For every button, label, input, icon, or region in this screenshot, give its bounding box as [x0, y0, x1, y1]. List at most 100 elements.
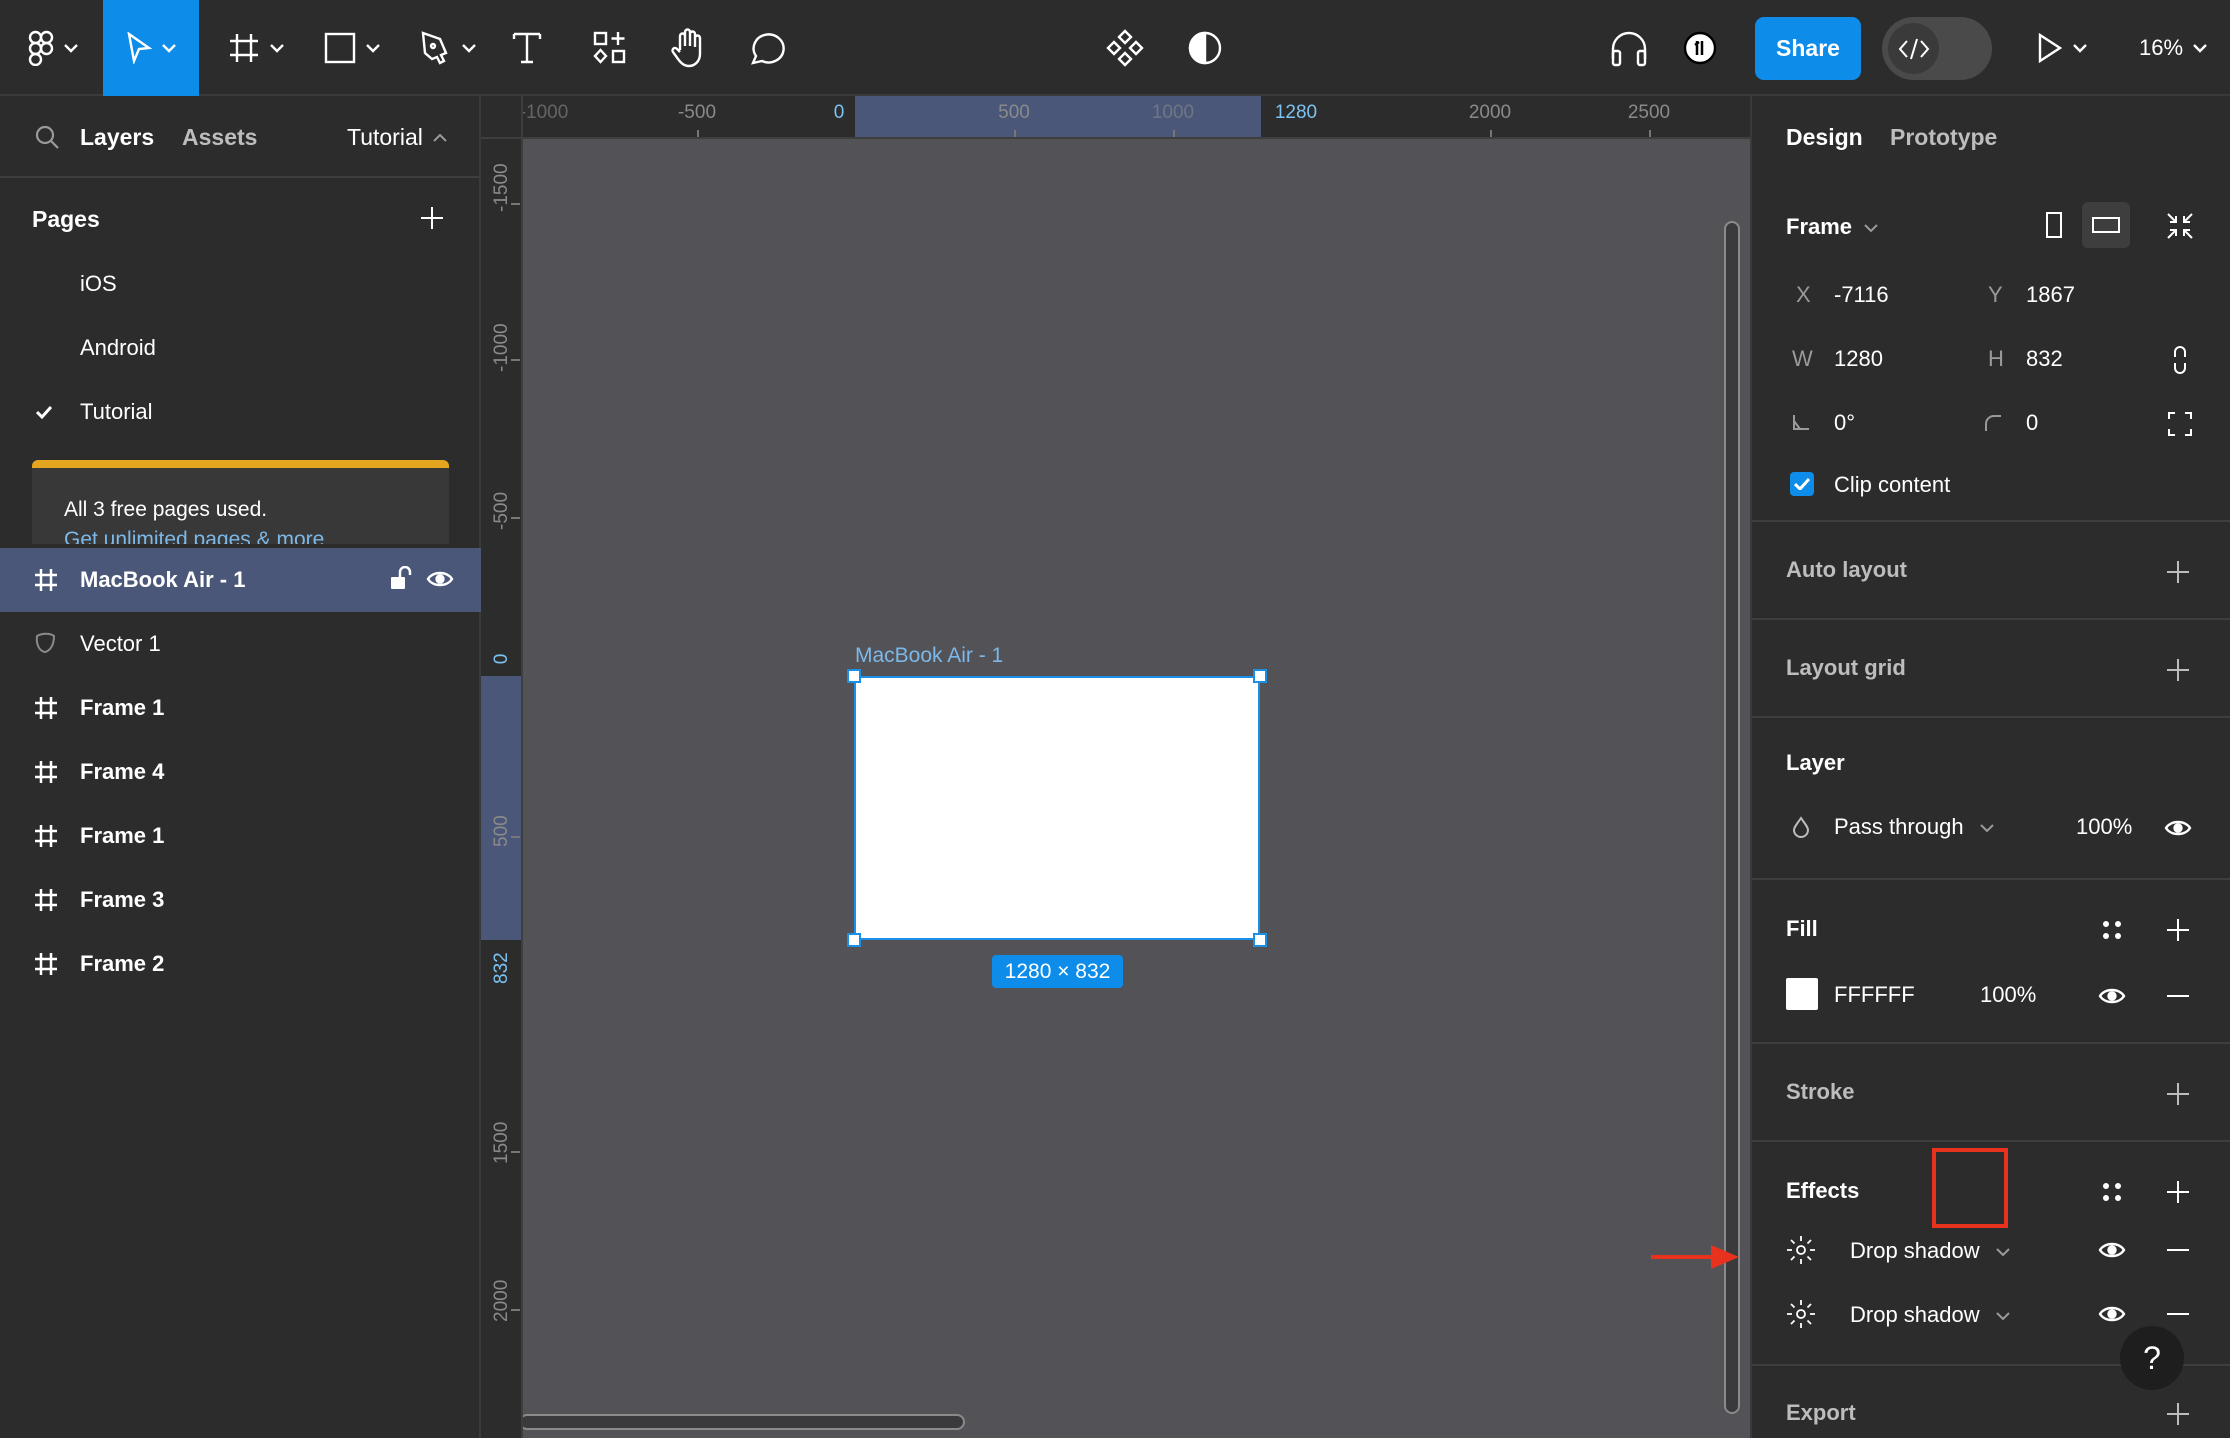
- add-page-icon[interactable]: [420, 206, 444, 230]
- page-item-android[interactable]: Android: [0, 318, 481, 378]
- plus-icon: [2167, 1403, 2189, 1425]
- tab-layers[interactable]: Layers: [80, 124, 154, 151]
- portrait-button[interactable]: [2034, 202, 2074, 248]
- canvas[interactable]: MacBook Air - 1 1280 × 832: [523, 139, 1750, 1438]
- layer-item[interactable]: Frame 1: [0, 676, 481, 740]
- effect-type-dropdown[interactable]: Drop shadow: [1850, 1238, 1980, 1264]
- appearance-button[interactable]: [1180, 0, 1230, 96]
- eye-icon: [2098, 1242, 2126, 1258]
- tab-design[interactable]: Design: [1786, 124, 1863, 151]
- layer-item[interactable]: Vector 1: [0, 612, 481, 676]
- layer-visibility-button[interactable]: [2158, 808, 2198, 848]
- fill-visibility-button[interactable]: [2092, 976, 2132, 1016]
- layer-item[interactable]: Frame 3: [0, 868, 481, 932]
- horizontal-scrollbar[interactable]: [523, 1414, 965, 1430]
- layer-item[interactable]: Frame 1: [0, 804, 481, 868]
- chevron-up-icon[interactable]: [433, 133, 447, 142]
- chevron-down-icon[interactable]: [1996, 1248, 2010, 1257]
- layer-item[interactable]: MacBook Air - 1: [0, 548, 481, 612]
- vertical-scrollbar[interactable]: [1724, 221, 1740, 1414]
- x-input[interactable]: -7116: [1834, 282, 1889, 308]
- add-export-button[interactable]: [2158, 1394, 2198, 1434]
- ruler-tick-label: -1000: [519, 102, 569, 123]
- tab-assets[interactable]: Assets: [182, 124, 257, 151]
- drop-shadow-sun-icon[interactable]: [1786, 1234, 1816, 1266]
- blend-mode-dropdown[interactable]: Pass through: [1834, 814, 1964, 840]
- main-menu-button[interactable]: [18, 0, 88, 96]
- help-button[interactable]: ?: [2120, 1326, 2184, 1390]
- pen-tool-button[interactable]: [410, 0, 486, 96]
- clip-content-label[interactable]: Clip content: [1834, 472, 1950, 498]
- ruler-tick-label: 2500: [1627, 102, 1671, 123]
- eye-icon[interactable]: [426, 570, 454, 588]
- resize-handle-bottom-right[interactable]: [1253, 933, 1267, 947]
- text-tool-button[interactable]: [505, 0, 549, 96]
- dev-mode-toggle[interactable]: [1882, 17, 1992, 80]
- effect-styles-button[interactable]: [2092, 1174, 2132, 1210]
- audio-button[interactable]: [1604, 0, 1654, 96]
- resources-tool-button[interactable]: [588, 0, 632, 96]
- width-input[interactable]: 1280: [1834, 346, 1883, 372]
- zoom-dropdown[interactable]: 16%: [2130, 0, 2216, 96]
- present-button[interactable]: [2032, 0, 2092, 96]
- landscape-button[interactable]: [2082, 202, 2130, 248]
- search-icon[interactable]: [34, 124, 60, 150]
- effect-type-dropdown[interactable]: Drop shadow: [1850, 1302, 1980, 1328]
- portrait-icon: [2046, 212, 2062, 238]
- export-title: Export: [1786, 1400, 1856, 1425]
- styles-grid-icon: [2103, 921, 2121, 939]
- clip-content-checkbox[interactable]: [1790, 472, 1814, 496]
- selected-frame[interactable]: [854, 676, 1260, 940]
- tab-prototype[interactable]: Prototype: [1890, 124, 1997, 151]
- components-button[interactable]: [1100, 0, 1150, 96]
- user-avatar[interactable]: [1678, 0, 1722, 96]
- y-input[interactable]: 1867: [2026, 282, 2075, 308]
- page-dropdown[interactable]: Tutorial: [347, 124, 423, 151]
- remove-fill-button[interactable]: [2158, 976, 2198, 1016]
- upsell-link[interactable]: Get unlimited pages & more: [64, 528, 324, 544]
- independent-corners-button[interactable]: [2160, 404, 2200, 444]
- fill-hex-input[interactable]: FFFFFF: [1834, 982, 1915, 1008]
- remove-effect-button[interactable]: [2158, 1230, 2198, 1270]
- frame-name-label[interactable]: MacBook Air - 1: [855, 644, 1003, 668]
- share-button[interactable]: Share: [1755, 17, 1861, 80]
- checkmark-icon: [1794, 478, 1810, 490]
- effect-visibility-button[interactable]: [2092, 1294, 2132, 1334]
- hand-tool-button[interactable]: [664, 0, 712, 96]
- corner-radius-input[interactable]: 0: [2026, 410, 2038, 436]
- effect-visibility-button[interactable]: [2092, 1230, 2132, 1270]
- layer-item[interactable]: Frame 4: [0, 740, 481, 804]
- fill-styles-button[interactable]: [2092, 912, 2132, 948]
- constrain-proportions-button[interactable]: [2164, 340, 2196, 380]
- resize-handle-top-right[interactable]: [1253, 669, 1267, 683]
- add-stroke-button[interactable]: [2158, 1074, 2198, 1114]
- page-item-ios[interactable]: iOS: [0, 254, 481, 314]
- layer-item[interactable]: Frame 2: [0, 932, 481, 996]
- layer-title: Layer: [1786, 750, 1845, 775]
- effects-add-button[interactable]: [2158, 1172, 2198, 1212]
- frame-tool-button[interactable]: [218, 0, 294, 96]
- resize-handle-top-left[interactable]: [847, 669, 861, 683]
- chevron-down-icon[interactable]: [1864, 224, 1878, 233]
- rotation-input[interactable]: 0°: [1834, 410, 1855, 436]
- fill-color-swatch[interactable]: [1786, 978, 1818, 1010]
- layer-opacity-input[interactable]: 100%: [2076, 814, 2132, 840]
- chevron-down-icon[interactable]: [1996, 1312, 2010, 1321]
- page-item-tutorial[interactable]: Tutorial: [0, 382, 481, 442]
- height-input[interactable]: 832: [2026, 346, 2063, 372]
- move-tool-button[interactable]: [103, 0, 199, 96]
- resize-to-fit-button[interactable]: [2160, 206, 2200, 246]
- link-icon: [2174, 346, 2186, 374]
- drop-shadow-sun-icon[interactable]: [1786, 1298, 1816, 1330]
- add-auto-layout-button[interactable]: [2158, 552, 2198, 592]
- frame-section-title[interactable]: Frame: [1786, 214, 1852, 240]
- add-fill-button[interactable]: [2158, 910, 2198, 950]
- layer-label: MacBook Air - 1: [80, 567, 246, 592]
- comment-tool-button[interactable]: [744, 0, 790, 96]
- add-layout-grid-button[interactable]: [2158, 650, 2198, 690]
- unlock-icon[interactable]: [390, 566, 412, 590]
- chevron-down-icon[interactable]: [1980, 824, 1994, 833]
- resize-handle-bottom-left[interactable]: [847, 933, 861, 947]
- shape-tool-button[interactable]: [314, 0, 390, 96]
- fill-opacity-input[interactable]: 100%: [1980, 982, 2036, 1008]
